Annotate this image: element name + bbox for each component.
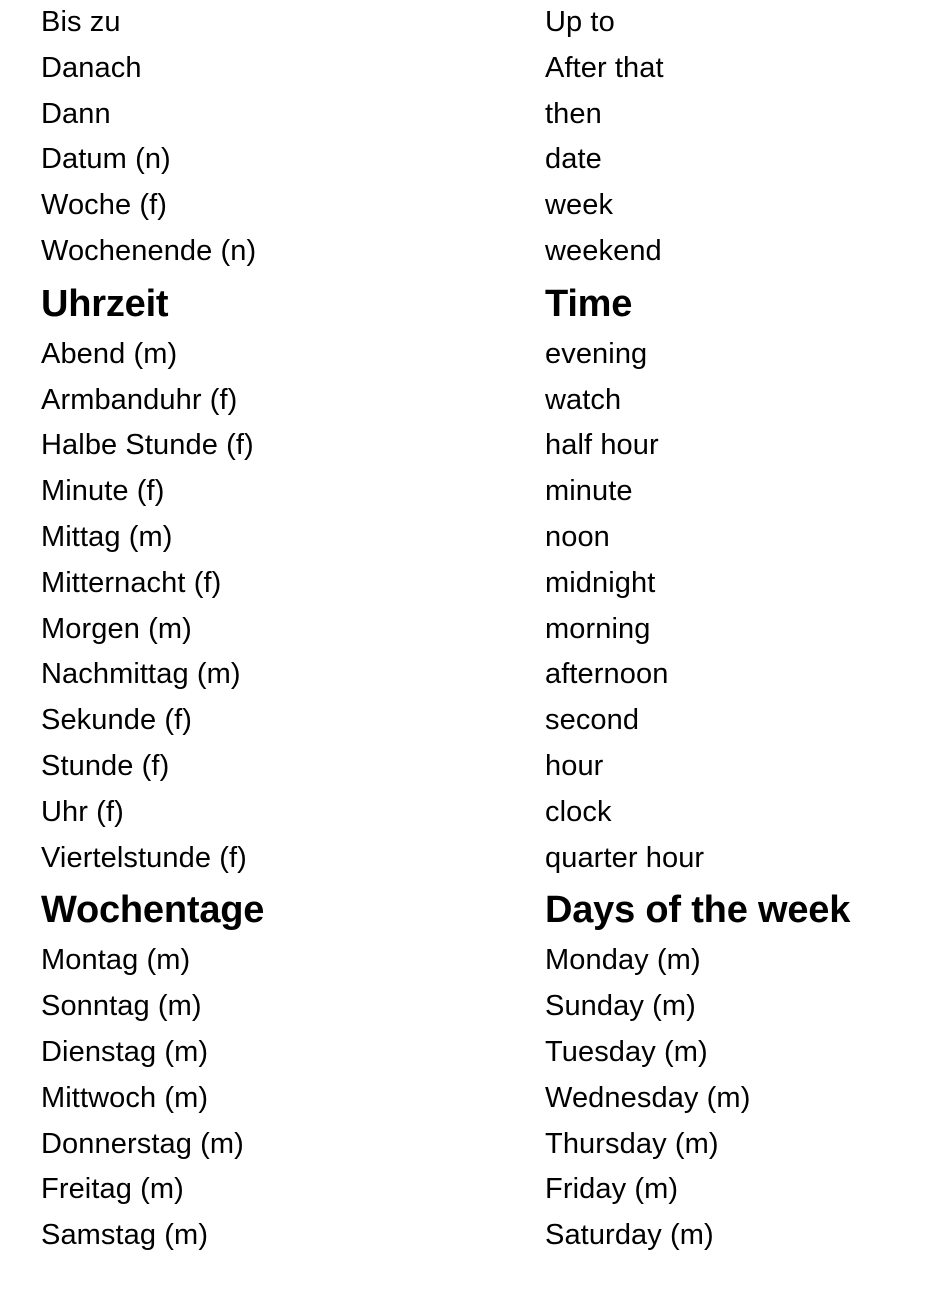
glossary-term-target: midnight xyxy=(545,566,656,599)
glossary-term-target: hour xyxy=(545,749,604,782)
glossary-entry-row: Minute (f) minute xyxy=(0,469,932,515)
glossary-term-source: Uhr (f) xyxy=(41,795,124,828)
glossary-entry-row: Dann then xyxy=(0,92,932,138)
glossary-entry-row: Nachmittag (m) afternoon xyxy=(0,652,932,698)
glossary-term-target: After that xyxy=(545,51,664,84)
glossary-term-source: Samstag (m) xyxy=(41,1219,209,1252)
glossary-entry-row: Uhr (f) clock xyxy=(0,790,932,836)
glossary-term-source: Montag (m) xyxy=(41,944,191,977)
glossary-term-source: Dienstag (m) xyxy=(41,1035,209,1068)
glossary-entry-row: Woche (f) week xyxy=(0,183,932,229)
glossary-entry-row: Freitag (m) Friday (m) xyxy=(0,1167,932,1213)
glossary-entry-row: Sonntag (m) Sunday (m) xyxy=(0,984,932,1030)
glossary-term-target: Monday (m) xyxy=(545,944,701,977)
glossary-term-source: Halbe Stunde (f) xyxy=(41,429,254,462)
glossary-term-target: minute xyxy=(545,475,633,508)
glossary-term-target: Wednesday (m) xyxy=(545,1081,751,1114)
glossary-term-target: weekend xyxy=(545,234,662,267)
glossary-term-target: clock xyxy=(545,795,612,828)
glossary-entry-row: Wochenende (n) weekend xyxy=(0,229,932,275)
glossary-entry-row: Samstag (m) Saturday (m) xyxy=(0,1213,932,1259)
glossary-term-source: Mittwoch (m) xyxy=(41,1081,209,1114)
glossary-term-source: Abend (m) xyxy=(41,337,178,370)
section-heading-source: Wochentage xyxy=(41,889,265,932)
glossary-term-target: date xyxy=(545,143,602,176)
glossary-term-target: second xyxy=(545,704,640,737)
glossary-term-target: Thursday (m) xyxy=(545,1127,719,1160)
glossary-term-source: Danach xyxy=(41,51,142,84)
glossary-section-heading-row: Wochentage Days of the week xyxy=(0,886,932,934)
glossary-term-target: Tuesday (m) xyxy=(545,1035,708,1068)
glossary-term-target: morning xyxy=(545,612,651,645)
glossary-entry-row: Dienstag (m) Tuesday (m) xyxy=(0,1030,932,1076)
glossary-term-source: Donnerstag (m) xyxy=(41,1127,244,1160)
glossary-term-target: Saturday (m) xyxy=(545,1219,714,1252)
glossary-entry-row: Armbanduhr (f) watch xyxy=(0,378,932,424)
glossary-term-target: week xyxy=(545,189,614,222)
glossary-term-target: evening xyxy=(545,337,648,370)
glossary-page: Bis zu Up to Danach After that Dann then Datum… xyxy=(0,0,932,1312)
glossary-entry-row: Morgen (m) morning xyxy=(0,607,932,653)
glossary-term-target: watch xyxy=(545,383,622,416)
glossary-term-source: Freitag (m) xyxy=(41,1173,184,1206)
section-heading-target: Days of the week xyxy=(545,889,851,932)
glossary-term-target: half hour xyxy=(545,429,659,462)
glossary-term-source: Minute (f) xyxy=(41,475,165,508)
glossary-term-source: Wochenende (n) xyxy=(41,234,257,267)
glossary-section-heading-row: Uhrzeit Time xyxy=(0,280,932,328)
glossary-entry-row: Sekunde (f) second xyxy=(0,698,932,744)
glossary-term-source: Mittag (m) xyxy=(41,520,173,553)
glossary-entry-row: Montag (m) Monday (m) xyxy=(0,938,932,984)
glossary-term-source: Sekunde (f) xyxy=(41,704,193,737)
glossary-term-source: Datum (n) xyxy=(41,143,171,176)
glossary-term-source: Morgen (m) xyxy=(41,612,192,645)
glossary-entry-row: Danach After that xyxy=(0,46,932,92)
glossary-term-source: Bis zu xyxy=(41,6,121,38)
glossary-entry-row: Abend (m) evening xyxy=(0,332,932,378)
glossary-term-source: Sonntag (m) xyxy=(41,990,202,1023)
glossary-term-target: then xyxy=(545,97,602,130)
glossary-list: Bis zu Up to Danach After that Dann then Datum… xyxy=(0,0,932,1259)
glossary-entry-row: Halbe Stunde (f) half hour xyxy=(0,423,932,469)
glossary-entry-row: Bis zu Up to xyxy=(0,0,932,46)
glossary-entry-row: Datum (n) date xyxy=(0,137,932,183)
glossary-entry-row: Mittag (m) noon xyxy=(0,515,932,561)
glossary-term-source: Stunde (f) xyxy=(41,749,170,782)
glossary-term-source: Woche (f) xyxy=(41,189,168,222)
glossary-term-source: Armbanduhr (f) xyxy=(41,383,238,416)
glossary-term-source: Dann xyxy=(41,97,111,130)
glossary-entry-row: Viertelstunde (f) quarter hour xyxy=(0,836,932,882)
glossary-term-target: Up to xyxy=(545,6,615,38)
section-heading-target: Time xyxy=(545,282,633,325)
glossary-term-source: Viertelstunde (f) xyxy=(41,841,247,874)
glossary-term-target: quarter hour xyxy=(545,841,705,874)
section-heading-source: Uhrzeit xyxy=(41,282,169,325)
glossary-term-target: afternoon xyxy=(545,658,669,691)
glossary-entry-row: Stunde (f) hour xyxy=(0,744,932,790)
glossary-term-target: Sunday (m) xyxy=(545,990,696,1023)
glossary-term-target: Friday (m) xyxy=(545,1173,679,1206)
glossary-term-target: noon xyxy=(545,520,610,553)
glossary-entry-row: Mitternacht (f) midnight xyxy=(0,561,932,607)
glossary-term-source: Nachmittag (m) xyxy=(41,658,241,691)
glossary-entry-row: Mittwoch (m) Wednesday (m) xyxy=(0,1076,932,1122)
glossary-term-source: Mitternacht (f) xyxy=(41,566,222,599)
glossary-entry-row: Donnerstag (m) Thursday (m) xyxy=(0,1122,932,1168)
